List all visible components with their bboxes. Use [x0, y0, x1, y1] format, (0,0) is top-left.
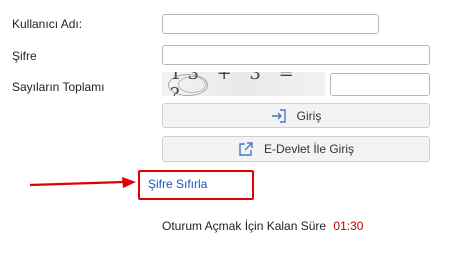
countdown-label: Oturum Açmak İçin Kalan Süre	[162, 219, 327, 233]
captcha-answer-input[interactable]	[330, 73, 430, 96]
annotation-arrow-icon	[29, 177, 136, 188]
username-label: Kullanıcı Adı:	[12, 17, 83, 31]
captcha-noise	[178, 76, 206, 93]
session-countdown: Oturum Açmak İçin Kalan Süre 01:30	[162, 219, 363, 233]
password-label: Şifre	[12, 49, 37, 63]
login-button[interactable]: Giriş	[162, 103, 430, 128]
countdown-value: 01:30	[333, 219, 364, 233]
username-input[interactable]	[162, 14, 379, 34]
login-icon	[271, 108, 287, 123]
external-link-icon	[238, 141, 254, 157]
captcha-label: Sayıların Toplamı	[12, 80, 105, 94]
edevlet-login-button[interactable]: E-Devlet İle Giriş	[162, 136, 430, 162]
login-label: Giriş	[296, 108, 322, 123]
reset-password-link[interactable]: Şifre Sıfırla	[148, 177, 207, 191]
edevlet-login-label: E-Devlet İle Giriş	[263, 142, 355, 156]
password-input[interactable]	[162, 45, 430, 65]
captcha-image: 13 + 3 = ?	[162, 72, 325, 96]
